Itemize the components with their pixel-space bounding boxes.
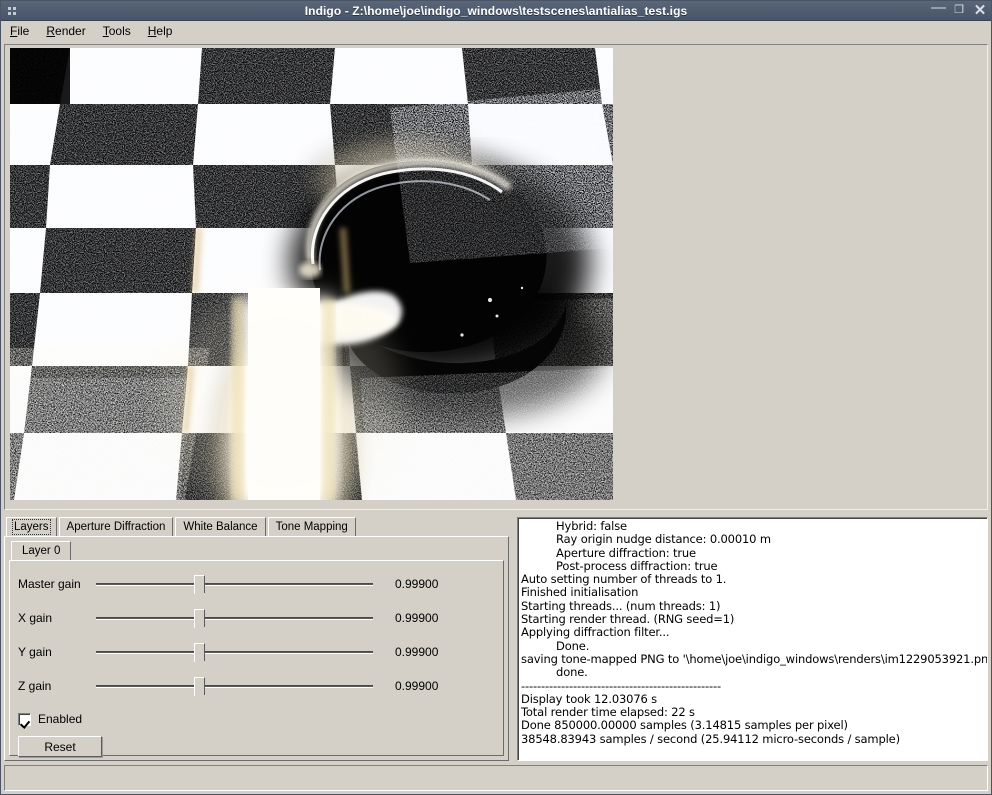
menu-tools-label: ools: [109, 24, 131, 38]
slider-y-gain-label: Y gain: [18, 645, 96, 659]
slider-master-gain-value: 0.99900: [395, 577, 438, 591]
tab-layers-label: Layers: [14, 521, 49, 533]
tab-white-balance[interactable]: White Balance: [175, 517, 265, 536]
menu-tools[interactable]: Tools: [100, 22, 140, 40]
slider-y-gain-value: 0.99900: [395, 645, 438, 659]
slider-x-gain: X gain 0.99900: [18, 601, 495, 635]
tab-white-balance-label: White Balance: [183, 521, 257, 533]
log-console[interactable]: Hybrid: false Ray origin nudge distance:…: [517, 517, 988, 761]
menu-render-mnemonic: R: [46, 24, 55, 38]
rendered-image[interactable]: [10, 48, 613, 500]
log-line: Auto setting number of threads to 1.: [521, 573, 984, 586]
log-line: Done.: [521, 640, 984, 653]
tab-layers[interactable]: Layers: [6, 517, 57, 536]
slider-track: [96, 651, 373, 654]
slider-master-gain-label: Master gain: [18, 577, 96, 591]
close-icon[interactable]: ✕: [973, 4, 987, 17]
log-line: Display took 12.03076 s: [521, 693, 984, 706]
slider-z-gain-label: Z gain: [18, 679, 96, 693]
window-title: Indigo - Z:\home\joe\indigo_windows\test…: [1, 4, 991, 18]
log-line: Starting threads... (num threads: 1): [521, 600, 984, 613]
log-line: Done 850000.00000 samples (3.14815 sampl…: [521, 719, 984, 732]
tab-tone-mapping-label: Tone Mapping: [276, 521, 348, 533]
reset-button[interactable]: Reset: [18, 736, 102, 757]
render-area: [1, 41, 991, 513]
log-line: Finished initialisation: [521, 586, 984, 599]
enabled-checkbox[interactable]: [18, 713, 31, 726]
window-controls: — ❐ ✕: [931, 4, 987, 17]
menu-file-label: ile: [17, 24, 29, 38]
log-line: Applying diffraction filter...: [521, 626, 984, 639]
slider-z-gain-control[interactable]: [96, 675, 373, 697]
log-line: Total render time elapsed: 22 s: [521, 706, 984, 719]
tab-aperture-diffraction-label: Aperture Diffraction: [67, 521, 166, 533]
slider-y-gain-control[interactable]: [96, 641, 373, 663]
log-line: Ray origin nudge distance: 0.00010 m: [521, 533, 984, 546]
tab-aperture-diffraction[interactable]: Aperture Diffraction: [59, 517, 174, 536]
menu-render[interactable]: Render: [43, 22, 94, 40]
post-process-panel: Layers Aperture Diffraction White Balanc…: [4, 517, 509, 761]
layer-subtabstrip: Layer 0: [9, 541, 504, 560]
log-line: Starting render thread. (RNG seed=1): [521, 613, 984, 626]
menu-help-label: elp: [156, 24, 172, 38]
slider-z-gain: Z gain 0.99900: [18, 669, 495, 703]
slider-master-gain-control[interactable]: [96, 573, 373, 595]
render-frame: [4, 44, 988, 510]
tab-tone-mapping[interactable]: Tone Mapping: [268, 517, 356, 536]
log-line: Hybrid: false: [521, 520, 984, 533]
menu-render-label: ender: [55, 24, 86, 38]
statusbar: [4, 765, 988, 791]
slider-x-gain-value: 0.99900: [395, 611, 438, 625]
tabstrip: Layers Aperture Diffraction White Balanc…: [4, 517, 509, 536]
layer-0-body: Master gain 0.99900 X gain: [9, 560, 504, 756]
slider-thumb[interactable]: [194, 643, 205, 662]
log-line: Aperture diffraction: true: [521, 547, 984, 560]
enabled-checkbox-label: Enabled: [38, 712, 82, 726]
slider-x-gain-control[interactable]: [96, 607, 373, 629]
slider-master-gain: Master gain 0.99900: [18, 567, 495, 601]
log-line: saving tone-mapped PNG to '\home\joe\ind…: [521, 653, 984, 666]
maximize-icon[interactable]: ❐: [952, 4, 966, 17]
slider-track: [96, 685, 373, 688]
slider-thumb[interactable]: [194, 609, 205, 628]
log-line: ----------------------------------------…: [521, 680, 984, 693]
window-titlebar[interactable]: Indigo - Z:\home\joe\indigo_windows\test…: [1, 1, 991, 21]
layers-tab-body: Layer 0 Master gain 0.99900 X g: [4, 536, 509, 761]
log-line: Post-process diffraction: true: [521, 560, 984, 573]
lower-split: Layers Aperture Diffraction White Balanc…: [1, 513, 991, 761]
slider-thumb[interactable]: [194, 575, 205, 594]
enabled-row: Enabled: [18, 709, 495, 729]
menu-file[interactable]: File: [7, 22, 38, 40]
slider-z-gain-value: 0.99900: [395, 679, 438, 693]
log-line: done.: [521, 666, 984, 679]
slider-track: [96, 583, 373, 586]
slider-thumb[interactable]: [194, 677, 205, 696]
slider-track: [96, 617, 373, 620]
slider-x-gain-label: X gain: [18, 611, 96, 625]
menubar: File Render Tools Help: [1, 21, 991, 41]
minimize-icon[interactable]: —: [931, 1, 945, 14]
menu-help[interactable]: Help: [145, 22, 182, 40]
log-line: 38548.83943 samples / second (25.94112 m…: [521, 733, 984, 746]
subtab-layer-0-label: Layer 0: [22, 545, 60, 557]
slider-y-gain: Y gain 0.99900: [18, 635, 495, 669]
indigo-main-window: Indigo - Z:\home\joe\indigo_windows\test…: [0, 0, 992, 795]
subtab-layer-0[interactable]: Layer 0: [11, 541, 71, 560]
